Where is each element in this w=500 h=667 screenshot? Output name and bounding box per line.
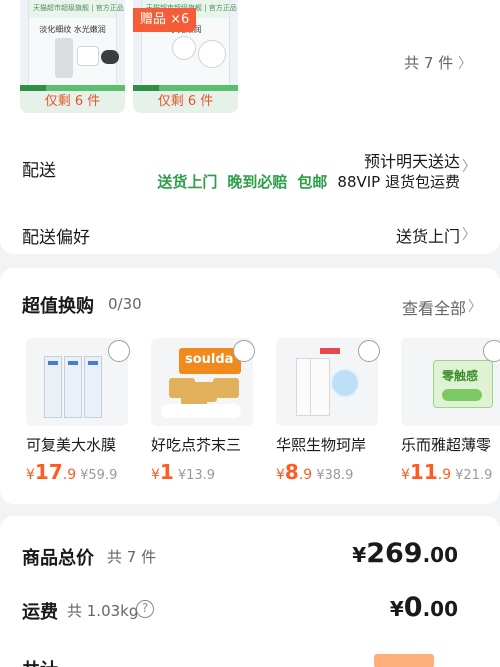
store-strip-text: 天猫超市超级旗舰 | 官方正品 极速送达 (33, 4, 125, 12)
currency-symbol: ¥ (276, 467, 285, 483)
currency-symbol: ¥ (26, 467, 35, 483)
exchange-count: 0/30 (108, 295, 142, 313)
items-count-label: 共 7 件 (404, 54, 454, 72)
service-tag-late-compensation: 晚到必赔 (227, 173, 288, 191)
items-count-link[interactable]: 共 7 件 〉 (404, 52, 472, 73)
price-decimal: .9 (437, 467, 452, 483)
grand-total-label: 共计 (22, 656, 58, 667)
price-decimal: .9 (298, 467, 313, 483)
gift-badge: 赠品 ×6 (133, 8, 197, 32)
price-summary-card: 商品总价 共 7 件 ¥269.00 运费 共 1.03kg ? ¥0.00 共… (0, 516, 500, 667)
section-title: 超值换购 (22, 296, 94, 317)
delivery-preference-value[interactable]: 送货上门 (396, 223, 460, 247)
radio-unchecked-icon[interactable] (483, 340, 500, 362)
product-image-caption: 淡化细纹 水光嫩润 (39, 25, 106, 34)
product-thumbnail[interactable]: 天猫超市超级旗舰 | 官方正品 极速送达 淡化细纹 水光嫩润 仅剩 6 件 (20, 0, 125, 113)
stock-remaining-label: 仅剩 6 件 (133, 91, 238, 113)
product-price: ¥8.9 ¥38.9 (276, 460, 353, 484)
exchange-product-card[interactable]: soulda 好吃点芥末三 ¥1 ¥13.9 (145, 334, 259, 490)
shipping-weight: 共 1.03kg (67, 602, 139, 620)
goods-count: 共 7 件 (107, 548, 157, 566)
radio-unchecked-icon[interactable] (358, 340, 380, 362)
service-tag-home-delivery: 送货上门 (157, 173, 218, 191)
price-decimal: .00 (422, 543, 458, 567)
chevron-right-icon[interactable]: 〉 (462, 224, 476, 244)
exchange-product-card[interactable]: 可复美大水膜 ¥17.9 ¥59.9 (20, 334, 134, 490)
price-decimal: .00 (422, 597, 458, 621)
currency-symbol: ¥ (389, 597, 404, 621)
value-exchange-card: 超值换购 0/30 查看全部 〉 可复美大水膜 ¥17.9 ¥59.9 sould… (0, 268, 500, 504)
price-integer: 0 (403, 592, 423, 623)
delivery-preference-label: 配送偏好 (22, 228, 90, 248)
chevron-right-icon: 〉 (458, 56, 472, 72)
delivery-label: 配送 (22, 161, 56, 181)
price-decimal: .9 (62, 467, 77, 483)
goods-total-label: 商品总价 (22, 548, 94, 569)
delivery-service-tags: 送货上门 晚到必赔 包邮 88VIP 退货包运费 (157, 171, 460, 192)
price-integer: 269 (366, 538, 423, 569)
chevron-right-icon[interactable]: 〉 (462, 156, 476, 176)
original-price: ¥21.9 (455, 468, 493, 483)
chevron-right-icon[interactable]: 〉 (468, 296, 482, 316)
price-integer: 11 (409, 460, 438, 484)
currency-symbol: ¥ (151, 467, 160, 483)
service-tag-free-shipping: 包邮 (297, 173, 328, 191)
currency-symbol: ¥ (401, 467, 410, 483)
currency-symbol: ¥ (352, 543, 367, 567)
goods-total-price: ¥269.00 (352, 538, 458, 569)
grand-total-price (374, 654, 434, 667)
product-name: 好吃点芥末三 (151, 436, 242, 454)
price-integer: 1 (159, 460, 174, 484)
radio-unchecked-icon[interactable] (108, 340, 130, 362)
product-name: 可复美大水膜 (26, 436, 117, 454)
product-name: 华熙生物珂岸 (276, 436, 367, 454)
stock-remaining-label: 仅剩 6 件 (20, 91, 125, 113)
order-items-card: 天猫超市超级旗舰 | 官方正品 极速送达 淡化细纹 水光嫩润 仅剩 6 件 天猫… (0, 0, 500, 254)
delivery-estimate[interactable]: 预计明天送达 (364, 148, 460, 172)
price-integer: 8 (284, 460, 299, 484)
original-price: ¥59.9 (80, 468, 118, 483)
original-price: ¥13.9 (177, 468, 216, 483)
shipping-fee-price: ¥0.00 (390, 592, 458, 623)
product-price: ¥1 ¥13.9 (151, 460, 215, 484)
product-image: 天猫超市超级旗舰 | 官方正品 极速送达 淡化细纹 水光嫩润 (28, 0, 125, 84)
original-price: ¥38.9 (316, 468, 354, 483)
product-price: ¥17.9 ¥59.9 (26, 460, 117, 484)
exchange-product-card[interactable]: 零触感 乐而雅超薄零 ¥11.9 ¥21.9 (395, 334, 500, 490)
service-tag-vip-return: 88VIP 退货包运费 (337, 173, 460, 191)
product-thumbnail[interactable]: 天猫超市超级旗舰 | 官方正品 极速送达 水光嫩润 赠品 ×6 仅剩 6 件 (133, 0, 238, 113)
brand-logo-text: 零触感 (442, 369, 479, 383)
radio-unchecked-icon[interactable] (233, 340, 255, 362)
shipping-fee-label: 运费 (22, 602, 58, 623)
product-price: ¥11.9 ¥21.9 (401, 460, 492, 484)
product-name: 乐而雅超薄零 (401, 436, 492, 454)
view-all-link[interactable]: 查看全部 (402, 295, 466, 319)
exchange-product-card[interactable]: 华熙生物珂岸 ¥8.9 ¥38.9 (270, 334, 384, 490)
brand-logo-text: soulda (185, 352, 234, 367)
question-circle-icon[interactable]: ? (136, 600, 154, 618)
price-integer: 17 (34, 460, 63, 484)
